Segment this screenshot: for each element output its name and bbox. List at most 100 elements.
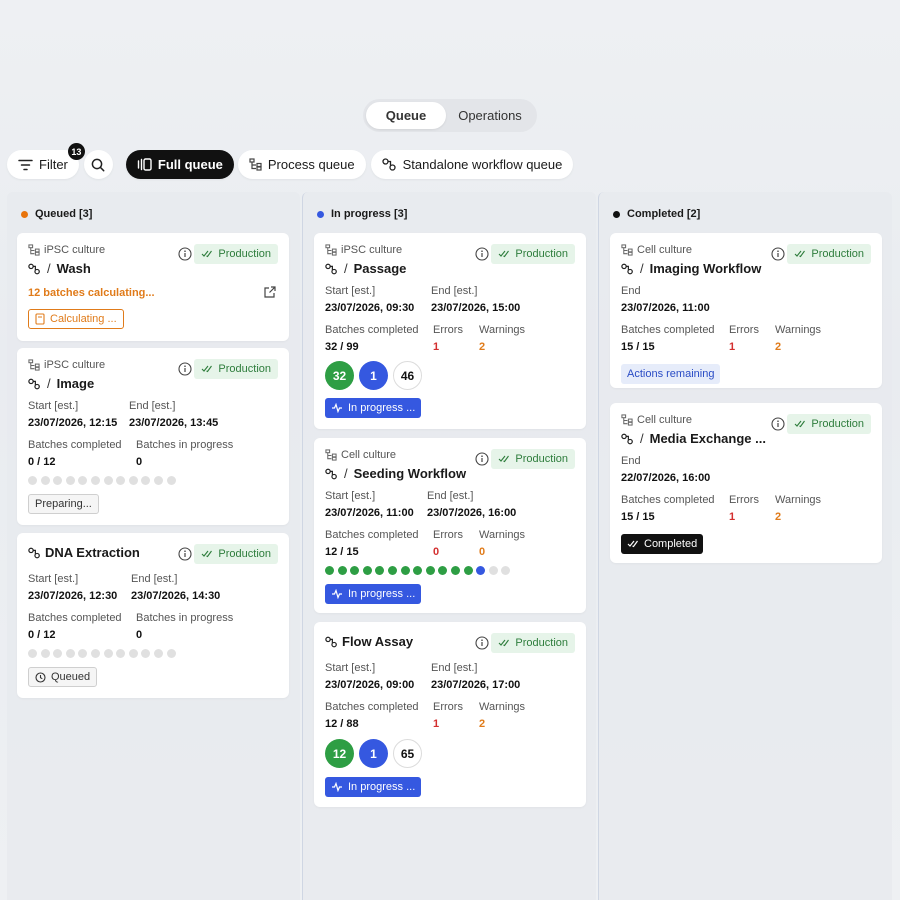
batch-dot-active <box>476 566 486 575</box>
batch-dot-pending <box>153 649 163 658</box>
tab-queue[interactable]: Queue <box>366 102 446 129</box>
batches-in-progress-label: Batches in progress <box>136 439 234 451</box>
status-chip: In progress ... <box>325 584 422 604</box>
card-wash[interactable]: iPSC culture / Wash Production 12 batche… <box>17 233 289 341</box>
end-value: 23/07/2026, 16:00 <box>427 507 517 519</box>
workflow-icon <box>28 547 40 558</box>
workflow-icon <box>28 263 40 274</box>
production-badge: Production <box>787 244 871 264</box>
batch-dots <box>325 566 514 575</box>
title-separator: / <box>47 376 51 391</box>
process-breadcrumb: iPSC culture <box>325 244 402 256</box>
process-breadcrumb: iPSC culture <box>28 359 105 371</box>
warnings-label: Warnings <box>479 529 526 541</box>
info-icon[interactable] <box>475 452 489 466</box>
column-title: Completed [2] <box>627 208 701 220</box>
batch-dot-pending <box>65 649 75 658</box>
filter-label: Filter <box>39 157 68 172</box>
info-icon[interactable] <box>771 417 785 431</box>
process-name: Cell culture <box>637 414 693 426</box>
start-label: Start [est.] <box>28 400 79 412</box>
info-icon[interactable] <box>178 362 192 376</box>
batch-dot-done <box>463 566 473 575</box>
columns-icon <box>137 158 152 171</box>
batch-dot-pending <box>90 649 100 658</box>
workflow-name: Wash <box>56 261 91 276</box>
batches-completed-label: Batches completed <box>325 324 419 336</box>
batches-completed-label: Batches completed <box>621 324 715 336</box>
batches-completed-label: Batches completed <box>325 701 419 713</box>
info-icon[interactable] <box>475 247 489 261</box>
status-chip: Preparing... <box>28 494 99 514</box>
card-image[interactable]: iPSC culture / Image Production Start [e… <box>17 348 289 525</box>
tab-operations[interactable]: Operations <box>446 102 534 129</box>
card-flow-assay[interactable]: Flow Assay Production Start [est.] End [… <box>314 622 586 807</box>
external-link-icon[interactable] <box>263 285 277 299</box>
card-seeding-workflow[interactable]: Cell culture / Seeding Workflow Producti… <box>314 438 586 613</box>
hierarchy-icon <box>621 414 633 426</box>
batches-in-progress-value: 0 <box>136 629 143 641</box>
workflow-name: Flow Assay <box>342 634 414 649</box>
batches-completed-value: 0 / 12 <box>28 629 56 641</box>
batch-dot-pending <box>78 476 88 485</box>
info-icon[interactable] <box>771 247 785 261</box>
filter-button[interactable]: Filter 13 <box>7 143 85 179</box>
activity-icon <box>332 403 342 413</box>
card-passage[interactable]: iPSC culture / Passage Production Start … <box>314 233 586 429</box>
double-check-icon <box>795 250 806 258</box>
card-dna-extraction[interactable]: DNA Extraction Production Start [est.] E… <box>17 533 289 698</box>
production-badge: Production <box>194 544 278 564</box>
card-title: Flow Assay <box>325 634 413 649</box>
batch-dot-pending <box>103 476 113 485</box>
batch-dot-done <box>325 566 334 575</box>
batch-dot-pending <box>53 649 63 658</box>
process-queue-button[interactable]: Process queue <box>237 150 366 179</box>
start-value: 23/07/2026, 09:30 <box>325 302 415 314</box>
errors-value: 1 <box>729 341 736 353</box>
filter-icon <box>18 159 33 170</box>
batch-dots <box>28 649 179 658</box>
hierarchy-icon <box>28 244 40 256</box>
card-title: / Seeding Workflow <box>325 466 466 481</box>
standalone-queue-button[interactable]: Standalone workflow queue <box>370 150 574 179</box>
end-label: End [est.] <box>427 490 474 502</box>
column-in-progress: In progress [3] iPSC culture / Passage P… <box>302 192 596 900</box>
double-check-icon <box>795 420 806 428</box>
hierarchy-icon <box>249 158 262 171</box>
warnings-label: Warnings <box>775 324 822 336</box>
batches-completed-value: 12 / 88 <box>325 718 359 730</box>
card-title: / Passage <box>325 261 406 276</box>
batch-dot-pending <box>166 476 176 485</box>
end-value: 23/07/2026, 14:30 <box>131 590 221 602</box>
start-label: Start [est.] <box>28 573 79 585</box>
warnings-value: 2 <box>479 718 486 730</box>
batches-completed-label: Batches completed <box>28 612 122 624</box>
status-chip: Calculating ... <box>28 309 124 329</box>
search-icon <box>92 158 105 171</box>
card-media-exchange[interactable]: Cell culture / Media Exchange ... Produc… <box>610 403 882 563</box>
end-value: 23/07/2026, 15:00 <box>431 302 521 314</box>
errors-value: 1 <box>729 511 736 523</box>
info-icon[interactable] <box>475 636 489 650</box>
activity-icon <box>332 589 342 599</box>
batch-dot-pending <box>90 476 100 485</box>
status-chip: Queued <box>28 667 98 687</box>
info-icon[interactable] <box>178 547 192 561</box>
batch-dot-pending <box>40 476 50 485</box>
workflow-name: Imaging Workflow <box>649 261 762 276</box>
workflow-icon <box>325 636 337 647</box>
column-header-completed: Completed [2] <box>613 208 700 220</box>
card-imaging-workflow[interactable]: Cell culture / Imaging Workflow Producti… <box>610 233 882 388</box>
batch-dot-pending <box>28 476 37 485</box>
actions-remaining-chip[interactable]: Actions remaining <box>621 364 721 384</box>
search-button[interactable] <box>83 150 113 179</box>
batch-dot-done <box>375 566 385 575</box>
full-queue-button[interactable]: Full queue <box>125 150 234 179</box>
batch-dot-done <box>425 566 435 575</box>
batch-dot-pending <box>128 476 138 485</box>
status-dot <box>21 210 28 218</box>
info-icon[interactable] <box>178 247 192 261</box>
start-label: Start [est.] <box>325 490 376 502</box>
batch-dot-pending <box>153 476 163 485</box>
end-value: 23/07/2026, 17:00 <box>431 679 521 691</box>
